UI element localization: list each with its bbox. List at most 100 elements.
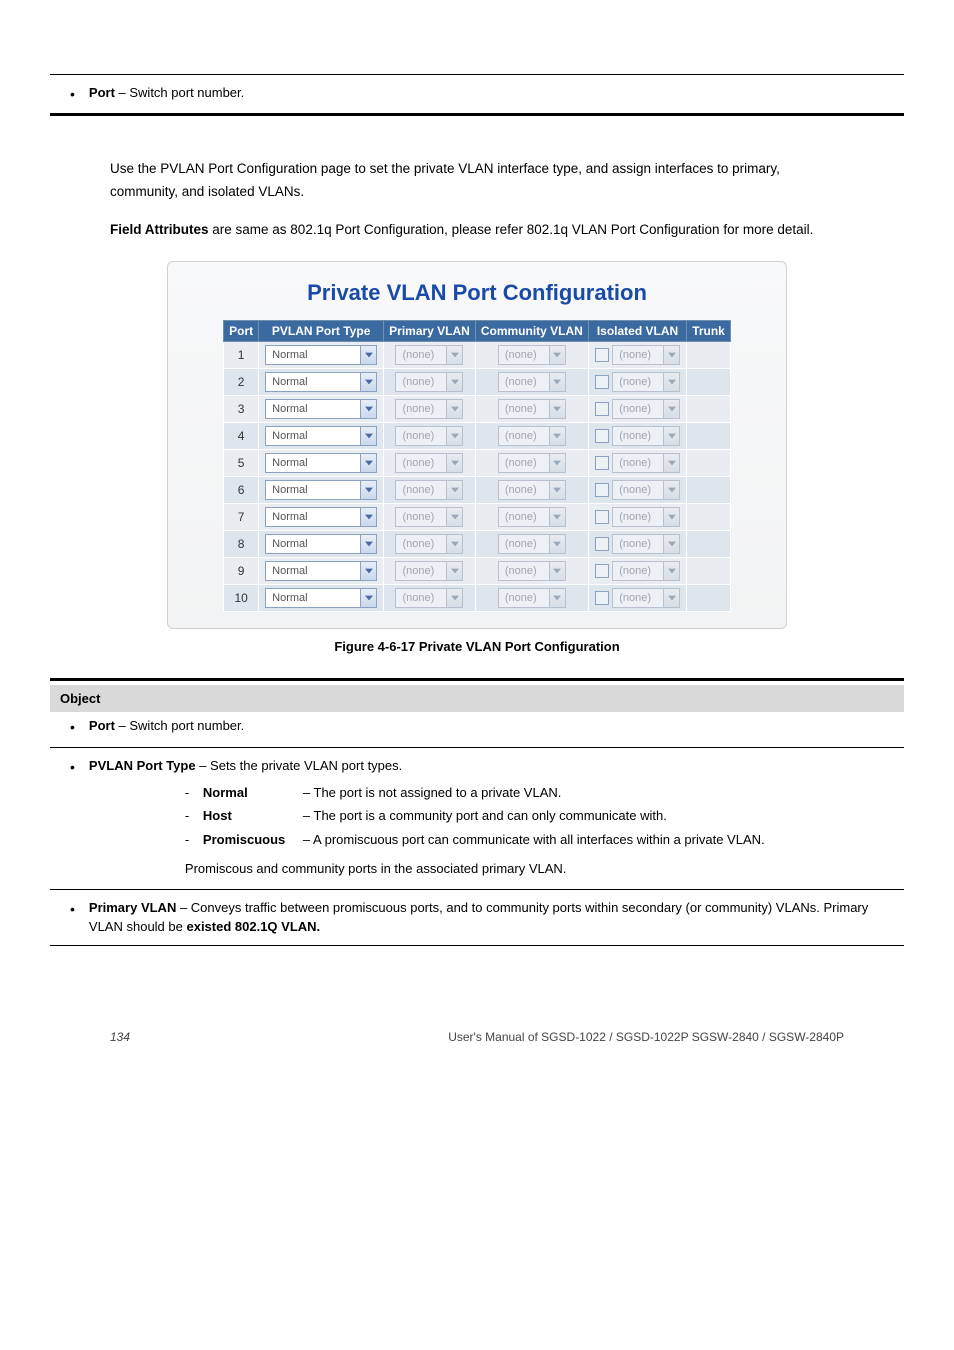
port-number: 10 — [224, 585, 259, 612]
table-row: 5 Normal (none) (none) (none) — [224, 450, 731, 477]
trunk-cell — [687, 423, 731, 450]
primary-vlan-select[interactable]: (none) — [395, 588, 463, 608]
pvlan-type-select[interactable]: Normal — [265, 345, 377, 365]
primary-vlan-select[interactable]: (none) — [395, 480, 463, 500]
port-number: 6 — [224, 477, 259, 504]
isolated-vlan-select[interactable]: (none) — [612, 372, 680, 392]
chevron-down-icon — [549, 535, 565, 553]
isolated-vlan-checkbox[interactable] — [595, 402, 609, 416]
primary-vlan-select[interactable]: (none) — [395, 372, 463, 392]
port-number: 5 — [224, 450, 259, 477]
port-number: 2 — [224, 369, 259, 396]
port-number: 9 — [224, 558, 259, 585]
table-row: 10 Normal (none) (none) (none) — [224, 585, 731, 612]
config-figure: Private VLAN Port Configuration Port PVL… — [167, 261, 787, 629]
isolated-vlan-select[interactable]: (none) — [612, 588, 680, 608]
table-row: 1Normal(none)(none) (none) — [224, 342, 731, 369]
chevron-down-icon — [360, 400, 376, 418]
list-item: -Normal– The port is not assigned to a p… — [185, 781, 884, 804]
chevron-down-icon — [360, 508, 376, 526]
pvlan-type-select[interactable]: Normal — [265, 480, 377, 500]
isolated-vlan-checkbox[interactable] — [595, 564, 609, 578]
col-primary-vlan: Primary VLAN — [384, 321, 476, 342]
pvlan-type-select[interactable]: Normal — [265, 399, 377, 419]
trunk-cell — [687, 450, 731, 477]
pvlan-type-select[interactable]: Normal — [265, 453, 377, 473]
community-vlan-select[interactable]: (none) — [498, 507, 566, 527]
trunk-cell — [687, 369, 731, 396]
chevron-down-icon — [360, 535, 376, 553]
port-number: 3 — [224, 396, 259, 423]
primary-vlan-select[interactable]: (none) — [395, 507, 463, 527]
table-row: 4Normal(none)(none) (none) — [224, 423, 731, 450]
chevron-down-icon — [360, 481, 376, 499]
community-vlan-select[interactable]: (none) — [498, 426, 566, 446]
col-isolated-vlan: Isolated VLAN — [588, 321, 686, 342]
isolated-vlan-select[interactable]: (none) — [612, 507, 680, 527]
col-pvlan-type: PVLAN Port Type — [259, 321, 384, 342]
isolated-vlan-select[interactable]: (none) — [612, 534, 680, 554]
chevron-down-icon — [663, 346, 679, 364]
pvlan-config-table: Port PVLAN Port Type Primary VLAN Commun… — [223, 320, 731, 612]
pvlan-type-select[interactable]: Normal — [265, 507, 377, 527]
chevron-down-icon — [360, 427, 376, 445]
isolated-vlan-checkbox[interactable] — [595, 483, 609, 497]
chevron-down-icon — [549, 562, 565, 580]
primary-vlan-select[interactable]: (none) — [395, 453, 463, 473]
chevron-down-icon — [360, 589, 376, 607]
chevron-down-icon — [446, 535, 462, 553]
chevron-down-icon — [446, 562, 462, 580]
chevron-down-icon — [446, 589, 462, 607]
isolated-vlan-checkbox[interactable] — [595, 348, 609, 362]
intro-paragraph-1: Use the PVLAN Port Configuration page to… — [50, 150, 904, 211]
community-vlan-select[interactable]: (none) — [498, 561, 566, 581]
manual-title: User's Manual of SGSD-1022 / SGSD-1022P … — [448, 1030, 844, 1044]
isolated-vlan-select[interactable]: (none) — [612, 345, 680, 365]
isolated-vlan-select[interactable]: (none) — [612, 426, 680, 446]
primary-vlan-select[interactable]: (none) — [395, 399, 463, 419]
chevron-down-icon — [360, 346, 376, 364]
isolated-vlan-checkbox[interactable] — [595, 591, 609, 605]
primary-vlan-select[interactable]: (none) — [395, 561, 463, 581]
pvlan-type-select[interactable]: Normal — [265, 534, 377, 554]
isolated-vlan-checkbox[interactable] — [595, 375, 609, 389]
bullet-icon: • — [70, 898, 75, 920]
isolated-vlan-checkbox[interactable] — [595, 537, 609, 551]
community-vlan-select[interactable]: (none) — [498, 345, 566, 365]
chevron-down-icon — [549, 427, 565, 445]
community-vlan-select[interactable]: (none) — [498, 372, 566, 392]
chevron-down-icon — [663, 400, 679, 418]
pvlan-type-select[interactable]: Normal — [265, 588, 377, 608]
community-vlan-select[interactable]: (none) — [498, 399, 566, 419]
pvlan-type-select[interactable]: Normal — [265, 561, 377, 581]
col-port: Port — [224, 321, 259, 342]
figure-title: Private VLAN Port Configuration — [178, 280, 776, 306]
field-primary-vlan: Primary VLAN – Conveys traffic between p… — [89, 898, 884, 937]
chevron-down-icon — [360, 373, 376, 391]
community-vlan-select[interactable]: (none) — [498, 453, 566, 473]
isolated-vlan-checkbox[interactable] — [595, 429, 609, 443]
figure-caption: Figure 4-6-17 Private VLAN Port Configur… — [50, 639, 904, 654]
isolated-vlan-select[interactable]: (none) — [612, 480, 680, 500]
isolated-vlan-select[interactable]: (none) — [612, 453, 680, 473]
table-row: 6 Normal (none) (none) (none) — [224, 477, 731, 504]
port-number: 8 — [224, 531, 259, 558]
isolated-vlan-select[interactable]: (none) — [612, 399, 680, 419]
chevron-down-icon — [549, 589, 565, 607]
isolated-vlan-checkbox[interactable] — [595, 510, 609, 524]
col-community-vlan: Community VLAN — [475, 321, 588, 342]
community-vlan-select[interactable]: (none) — [498, 588, 566, 608]
trunk-cell — [687, 585, 731, 612]
chevron-down-icon — [446, 373, 462, 391]
primary-vlan-select[interactable]: (none) — [395, 426, 463, 446]
primary-vlan-select[interactable]: (none) — [395, 345, 463, 365]
pvlan-type-select[interactable]: Normal — [265, 426, 377, 446]
isolated-vlan-select[interactable]: (none) — [612, 561, 680, 581]
community-vlan-select[interactable]: (none) — [498, 480, 566, 500]
top-port-field: Port – Switch port number. — [89, 83, 884, 103]
primary-vlan-select[interactable]: (none) — [395, 534, 463, 554]
pvlan-type-select[interactable]: Normal — [265, 372, 377, 392]
isolated-vlan-checkbox[interactable] — [595, 456, 609, 470]
community-vlan-select[interactable]: (none) — [498, 534, 566, 554]
page-number: 134 — [110, 1030, 130, 1044]
